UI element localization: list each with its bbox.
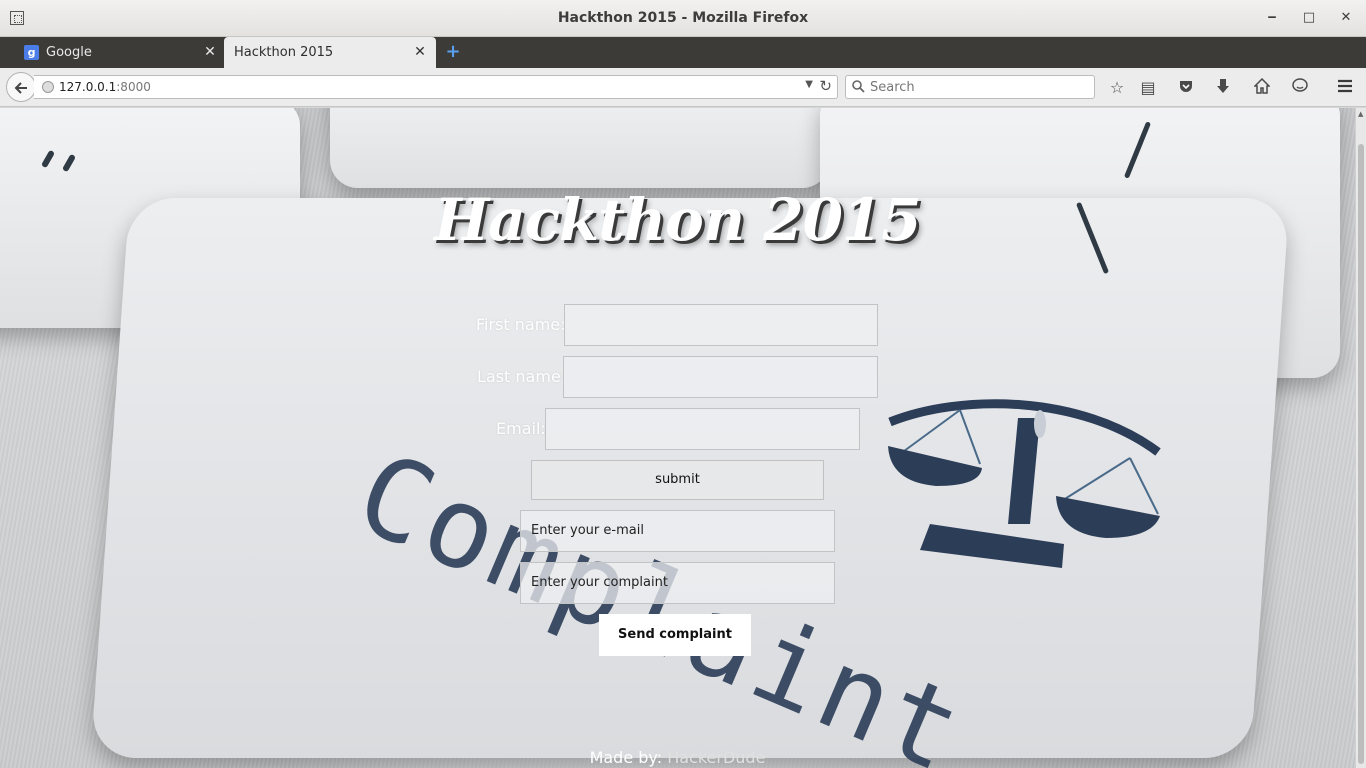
back-button[interactable] xyxy=(6,72,36,102)
first-name-label: First name: xyxy=(476,315,566,334)
menu-icon[interactable] xyxy=(1335,78,1355,98)
maximize-button[interactable]: □ xyxy=(1299,8,1319,28)
hello-chat-icon[interactable] xyxy=(1290,78,1310,98)
pocket-icon[interactable] xyxy=(1176,78,1196,98)
new-tab-icon[interactable]: + xyxy=(444,42,462,62)
close-window-button[interactable]: ✕ xyxy=(1336,8,1356,28)
page-title: Hackthon 2015 xyxy=(434,186,921,254)
tab-hackthon[interactable]: Hackthon 2015 ✕ xyxy=(224,37,436,68)
pocket-shape xyxy=(1180,81,1192,92)
chat-shape xyxy=(1292,78,1308,92)
back-arrow-icon xyxy=(14,82,27,94)
footer-credit: Made by: HackerDude xyxy=(0,748,1355,767)
send-complaint-button[interactable]: Send complaint xyxy=(599,614,751,656)
bookmark-star-icon[interactable]: ☆ xyxy=(1107,78,1127,98)
close-tab-icon[interactable]: ✕ xyxy=(202,43,218,61)
tab-strip: g Google ✕ Hackthon 2015 ✕ xyxy=(0,37,1366,68)
window-titlebar: Hackthon 2015 - Mozilla Firefox ‒ □ ✕ xyxy=(0,0,1366,37)
url-bar[interactable]: 127.0.0.1:8000 ▼ ↻ xyxy=(34,75,838,99)
tab-label: Google xyxy=(46,45,92,60)
reload-icon[interactable]: ↻ xyxy=(819,77,832,95)
google-favicon-icon: g xyxy=(24,45,39,60)
search-input[interactable] xyxy=(870,78,1090,96)
page-scrollbar[interactable]: ▲ xyxy=(1355,108,1366,768)
footer-author-link[interactable]: HackerDude xyxy=(667,748,765,767)
globe-icon xyxy=(42,81,54,93)
footer-prefix: Made by: xyxy=(589,748,668,767)
home-shape xyxy=(1253,77,1271,94)
last-name-label: Last name: xyxy=(477,367,567,386)
submit-button[interactable]: submit xyxy=(531,460,824,500)
download-icon[interactable] xyxy=(1213,78,1233,98)
minimize-button[interactable]: ‒ xyxy=(1262,8,1282,28)
close-tab-icon[interactable]: ✕ xyxy=(412,43,428,61)
last-name-input[interactable] xyxy=(563,356,878,398)
scroll-up-icon[interactable]: ▲ xyxy=(1358,110,1363,118)
scrollbar-thumb[interactable] xyxy=(1358,144,1364,764)
email-input[interactable] xyxy=(545,408,860,450)
complaint-email-input[interactable]: Enter your e-mail xyxy=(520,510,835,552)
page-content: Complaint Hackthon 2015 First name: Last… xyxy=(0,108,1355,768)
search-icon xyxy=(852,80,865,93)
complaint-text-input[interactable]: Enter your complaint xyxy=(520,562,835,604)
hamburger-shape xyxy=(1338,79,1352,93)
url-text[interactable]: 127.0.0.1:8000 xyxy=(59,80,151,94)
first-name-input[interactable] xyxy=(564,304,878,346)
home-icon[interactable] xyxy=(1252,77,1272,98)
url-dropdown-icon[interactable]: ▼ xyxy=(805,79,813,90)
background-key xyxy=(330,108,830,188)
reading-list-icon[interactable]: ▤ xyxy=(1138,78,1158,98)
tab-label: Hackthon 2015 xyxy=(234,45,334,60)
tab-google[interactable]: g Google ✕ xyxy=(0,37,222,68)
download-arrow xyxy=(1217,79,1229,93)
email-label: Email: xyxy=(496,419,546,438)
scales-of-justice-icon xyxy=(888,399,1161,568)
window-title: Hackthon 2015 - Mozilla Firefox xyxy=(557,10,809,26)
search-bar[interactable] xyxy=(845,75,1095,99)
